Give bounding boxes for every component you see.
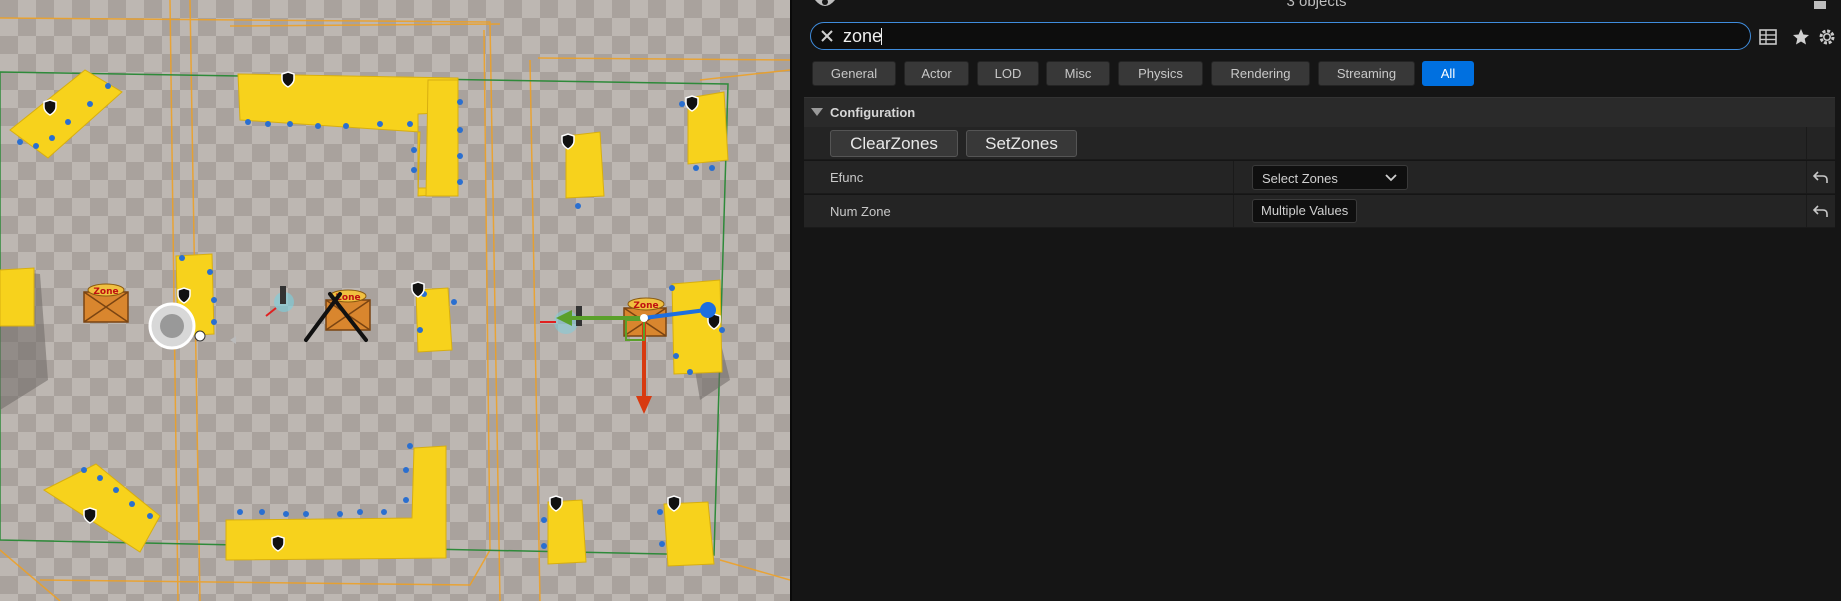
details-panel: 3 objects General Actor LOD Misc Physics… (790, 0, 1841, 601)
lock-icon[interactable] (1813, 0, 1827, 9)
set-zones-button[interactable]: SetZones (966, 130, 1077, 157)
filter-misc[interactable]: Misc (1046, 61, 1110, 86)
filter-streaming[interactable]: Streaming (1318, 61, 1415, 86)
num-zone-value[interactable]: Multiple Values (1252, 199, 1358, 223)
section-configuration[interactable]: Configuration (804, 97, 1835, 127)
text-caret (881, 28, 882, 45)
num-zone-label: Num Zone (830, 204, 891, 219)
row-zone-buttons: ClearZones SetZones (804, 127, 1835, 160)
search-input[interactable] (843, 24, 1723, 48)
filter-actor[interactable]: Actor (904, 61, 969, 86)
chevron-down-icon (1385, 174, 1397, 182)
filter-lod[interactable]: LOD (977, 61, 1039, 86)
efunc-label: Efunc (830, 170, 864, 185)
efunc-value: Select Zones (1262, 171, 1338, 186)
level-viewport[interactable]: Zone Zone Zone (0, 0, 790, 601)
zone-label-1: Zone (93, 287, 118, 297)
filter-rendering[interactable]: Rendering (1211, 61, 1310, 86)
filter-all[interactable]: All (1422, 61, 1474, 86)
reset-arrow-icon[interactable] (1813, 170, 1828, 184)
gear-icon[interactable] (1817, 27, 1837, 47)
zone-label-3: Zone (633, 301, 658, 311)
filter-physics[interactable]: Physics (1118, 61, 1203, 86)
reset-arrow-icon[interactable] (1813, 204, 1828, 218)
clear-zones-button[interactable]: ClearZones (830, 130, 958, 157)
close-icon[interactable] (820, 29, 834, 43)
collapse-triangle-icon (811, 108, 823, 116)
efunc-dropdown[interactable]: Select Zones (1252, 165, 1408, 190)
row-num-zone: Num Zone Multiple Values (804, 195, 1835, 228)
filter-general[interactable]: General (812, 61, 896, 86)
search-box[interactable] (810, 22, 1751, 50)
viewport-scene: Zone Zone Zone (0, 0, 790, 601)
zone-crate-1[interactable]: Zone (83, 283, 129, 323)
star-icon[interactable] (1791, 27, 1811, 47)
section-title: Configuration (830, 105, 916, 120)
selection-count: 3 objects (1286, 0, 1347, 10)
table-view-icon[interactable] (1758, 27, 1778, 47)
row-efunc: Efunc Select Zones (804, 161, 1835, 194)
